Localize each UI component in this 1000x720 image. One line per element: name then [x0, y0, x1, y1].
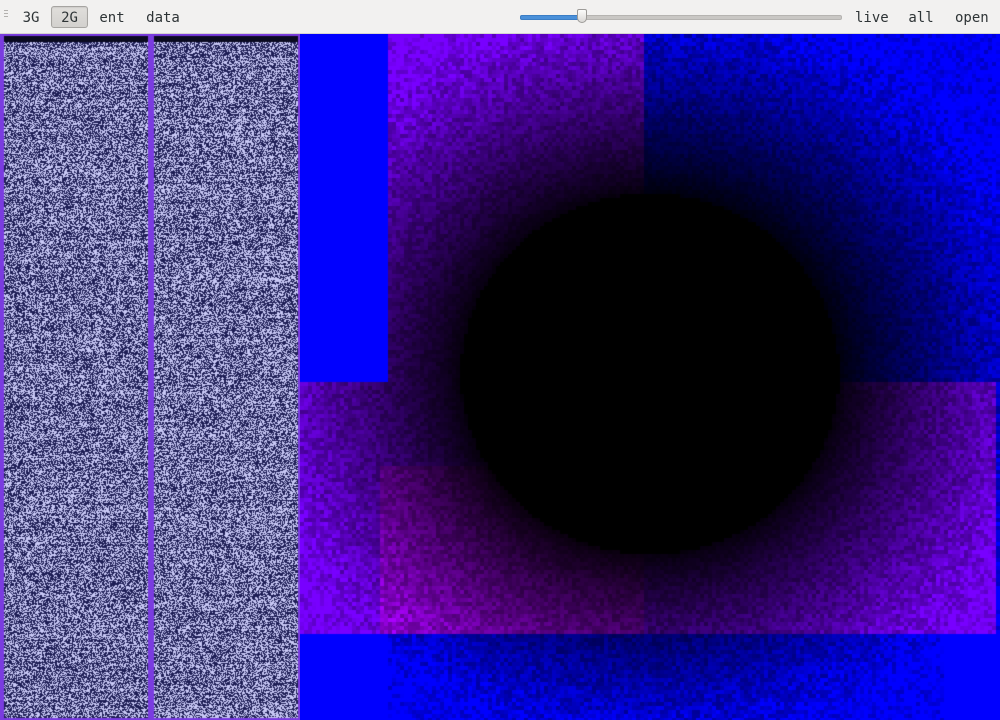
live-button[interactable]: live [850, 6, 890, 28]
slider-thumb[interactable] [576, 9, 587, 23]
byte-column-view[interactable] [0, 34, 300, 720]
zoom-slider[interactable] [520, 9, 842, 25]
digraph-visualization[interactable] [300, 34, 1000, 720]
digraph-canvas[interactable] [300, 34, 1000, 720]
slider-fill [520, 15, 583, 20]
all-button[interactable]: all [903, 6, 939, 28]
open-button[interactable]: open [950, 6, 992, 28]
byte-columns-canvas[interactable] [0, 34, 300, 720]
view-3g-button[interactable]: 3G [17, 6, 45, 28]
toolbar: 3G 2G ent data live all open [0, 0, 1000, 34]
view-data-button[interactable]: data [141, 6, 185, 28]
grip-handle-icon[interactable] [4, 10, 8, 22]
view-ent-button[interactable]: ent [94, 6, 130, 28]
view-2g-button[interactable]: 2G [51, 6, 88, 28]
